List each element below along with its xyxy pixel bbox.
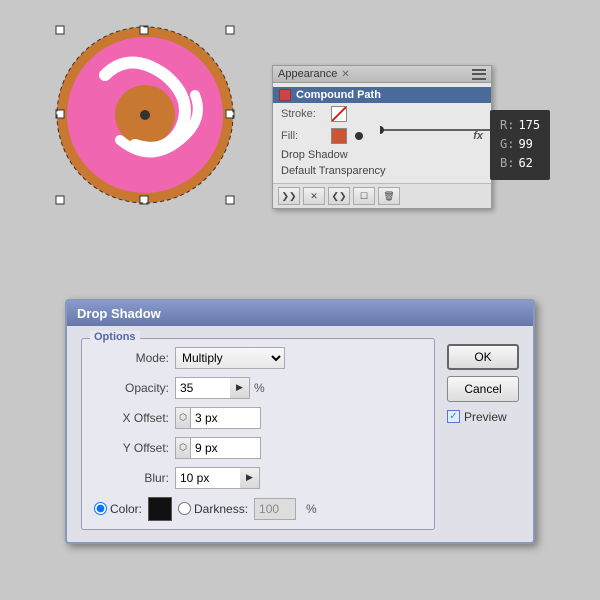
- fx-button[interactable]: fx: [473, 130, 483, 142]
- xoffset-input-group: ⬡: [175, 407, 261, 429]
- r-value: 175: [518, 116, 540, 135]
- path-color-icon: [279, 89, 291, 101]
- opacity-row: Opacity: ▶ %: [94, 377, 422, 399]
- blur-label: Blur:: [94, 471, 169, 485]
- preview-checkbox[interactable]: ✓: [447, 410, 460, 423]
- xoffset-input[interactable]: [191, 407, 261, 429]
- stroke-label: Stroke:: [281, 108, 331, 120]
- darkness-input[interactable]: [254, 498, 296, 520]
- options-legend: Options: [90, 331, 140, 343]
- opacity-unit: %: [254, 381, 265, 395]
- appearance-titlebar: Appearance ✕: [273, 66, 491, 83]
- dialog-titlebar: Drop Shadow: [67, 301, 533, 326]
- color-label-text: Color:: [110, 502, 142, 516]
- blur-arrow-btn[interactable]: ▶: [240, 467, 260, 489]
- yoffset-row: Y Offset: ⬡: [94, 437, 422, 459]
- b-label: B:: [500, 154, 514, 173]
- toolbar-btn-delete[interactable]: 🗑: [378, 187, 400, 205]
- darkness-label-text: Darkness:: [194, 502, 248, 516]
- xoffset-stepper[interactable]: ⬡: [175, 407, 191, 429]
- opacity-input-group: ▶: [175, 377, 250, 399]
- appearance-bottom-toolbar: ❯❯ ✕ ❮❯ ☐ 🗑: [273, 183, 491, 208]
- top-area: Appearance ✕ Compound Path Stroke: Fill:: [0, 0, 600, 250]
- color-swatch[interactable]: [148, 497, 172, 521]
- yoffset-input[interactable]: [191, 437, 261, 459]
- preview-row: ✓ Preview: [447, 410, 519, 424]
- appearance-panel: Appearance ✕ Compound Path Stroke: Fill:: [272, 65, 492, 209]
- mode-select[interactable]: Multiply Normal Screen Overlay: [175, 347, 285, 369]
- g-label: G:: [500, 135, 514, 154]
- dialog-title: Drop Shadow: [77, 306, 161, 321]
- yoffset-input-group: ⬡: [175, 437, 261, 459]
- darkness-radio-label[interactable]: Darkness:: [178, 502, 248, 516]
- g-value: 99: [518, 135, 532, 154]
- appearance-body: Compound Path Stroke: Fill: fx Drop Shad…: [273, 83, 491, 183]
- color-row: Color: Darkness: %: [94, 497, 422, 521]
- xoffset-row: X Offset: ⬡: [94, 407, 422, 429]
- appearance-title: Appearance: [278, 68, 337, 80]
- cancel-button[interactable]: Cancel: [447, 376, 519, 402]
- fill-row: Fill: fx: [273, 125, 491, 147]
- blur-row: Blur: ▶: [94, 467, 422, 489]
- mode-row: Mode: Multiply Normal Screen Overlay: [94, 347, 422, 369]
- drop-shadow-link[interactable]: Drop Shadow: [273, 147, 491, 163]
- blur-input[interactable]: [175, 467, 240, 489]
- toolbar-btn-move[interactable]: ☐: [353, 187, 375, 205]
- opacity-arrow-btn[interactable]: ▶: [230, 377, 250, 399]
- blur-input-group: ▶: [175, 467, 260, 489]
- stroke-swatch[interactable]: [331, 106, 347, 122]
- stroke-row: Stroke:: [273, 103, 491, 125]
- opacity-input[interactable]: [175, 377, 230, 399]
- toolbar-btn-new[interactable]: ❯❯: [278, 187, 300, 205]
- yoffset-label: Y Offset:: [94, 441, 169, 455]
- close-icon[interactable]: ✕: [341, 69, 349, 80]
- r-label: R:: [500, 116, 514, 135]
- fill-swatch[interactable]: [331, 128, 347, 144]
- color-radio-label[interactable]: Color:: [94, 502, 142, 516]
- xoffset-label: X Offset:: [94, 411, 169, 425]
- donut-illustration: [50, 20, 240, 210]
- dialog-body: Options Mode: Multiply Normal Screen Ove…: [67, 326, 533, 542]
- drop-shadow-dialog: Drop Shadow Options Mode: Multiply Norma…: [65, 299, 535, 544]
- mode-label: Mode:: [94, 351, 169, 365]
- toolbar-btn-clear[interactable]: ✕: [303, 187, 325, 205]
- yoffset-stepper[interactable]: ⬡: [175, 437, 191, 459]
- fill-label: Fill:: [281, 130, 331, 142]
- color-radio[interactable]: [94, 502, 107, 515]
- ok-button[interactable]: OK: [447, 344, 519, 370]
- darkness-unit: %: [306, 502, 317, 516]
- opacity-label: Opacity:: [94, 381, 169, 395]
- panel-menu-icon[interactable]: [472, 69, 486, 80]
- color-tooltip: R: 175 G: 99 B: 62: [490, 110, 550, 180]
- dialog-right-buttons: OK Cancel ✓ Preview: [447, 338, 519, 530]
- b-value: 62: [518, 154, 532, 173]
- toolbar-btn-duplicate[interactable]: ❮❯: [328, 187, 350, 205]
- compound-path-label: Compound Path: [296, 89, 381, 101]
- options-group: Options Mode: Multiply Normal Screen Ove…: [81, 338, 435, 530]
- bottom-area: Drop Shadow Options Mode: Multiply Norma…: [0, 250, 600, 592]
- fill-active-dot: [355, 132, 363, 140]
- darkness-radio[interactable]: [178, 502, 191, 515]
- default-transparency-link[interactable]: Default Transparency: [273, 163, 491, 179]
- compound-path-row: Compound Path: [273, 87, 491, 103]
- preview-label: Preview: [464, 410, 507, 424]
